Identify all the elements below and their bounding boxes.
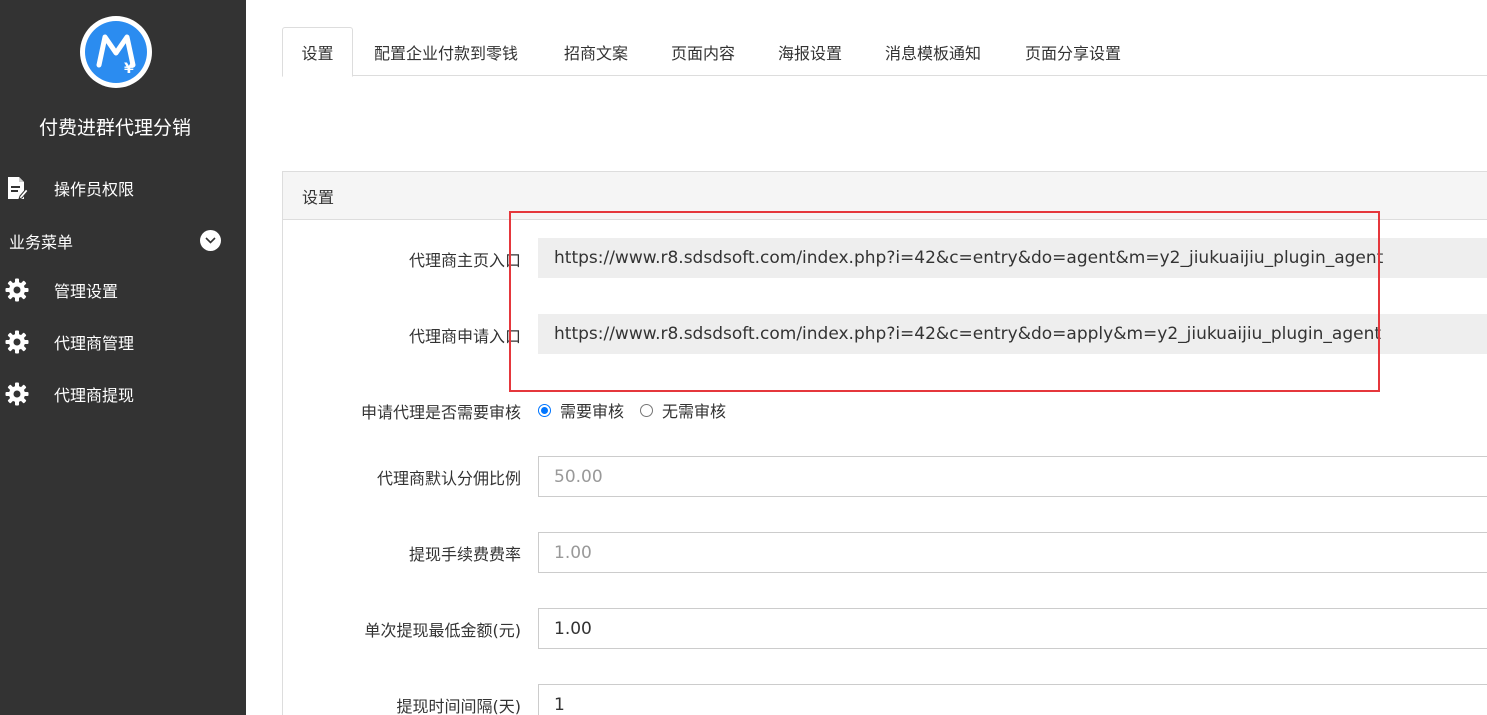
radio-button-checked[interactable] xyxy=(538,403,551,417)
sidebar-item-label: 代理商提现 xyxy=(54,386,135,405)
radio-label: 无需审核 xyxy=(662,402,727,421)
sidebar-item-agent-withdrawal[interactable]: 代理商提现 xyxy=(0,374,246,414)
sidebar: ¥ 付费进群代理分销 操作员权限 业务菜单 管理设置 代理商管理 代理商提现 xyxy=(0,0,246,715)
tab-page-share-settings[interactable]: 页面分享设置 xyxy=(1025,27,1121,76)
apply-entry-url: https://www.r8.sdsdsoft.com/index.php?i=… xyxy=(538,314,1487,354)
home-entry-label: 代理商主页入口 xyxy=(408,251,521,270)
need-review-label: 申请代理是否需要审核 xyxy=(360,403,521,422)
gear-icon xyxy=(5,382,29,406)
app-logo: ¥ xyxy=(80,16,152,88)
tab-bar: 设置 配置企业付款到零钱 招商文案 页面内容 海报设置 消息模板通知 页面分享设… xyxy=(282,27,1487,77)
radio-button[interactable] xyxy=(640,403,654,417)
tab-page-content[interactable]: 页面内容 xyxy=(671,27,735,76)
sidebar-item-operator-permissions[interactable]: 操作员权限 xyxy=(0,168,246,208)
radio-need-review[interactable]: 需要审核 xyxy=(538,398,624,422)
svg-text:¥: ¥ xyxy=(124,61,134,77)
interval-input[interactable] xyxy=(538,684,1487,715)
sidebar-item-label: 代理商管理 xyxy=(54,334,135,353)
sidebar-item-agent-management[interactable]: 代理商管理 xyxy=(0,322,246,362)
panel-heading: 设置 xyxy=(283,172,1487,220)
app-title: 付费进群代理分销 xyxy=(38,117,191,139)
tab-poster-settings[interactable]: 海报设置 xyxy=(778,27,842,76)
tab-recruitment-copy[interactable]: 招商文案 xyxy=(564,27,628,76)
radio-label: 需要审核 xyxy=(560,402,625,421)
default-ratio-input[interactable] xyxy=(538,456,1487,497)
logo-icon: ¥ xyxy=(96,34,136,77)
apply-entry-label: 代理商申请入口 xyxy=(408,327,521,346)
sidebar-item-label: 操作员权限 xyxy=(54,180,135,199)
sidebar-item-label: 管理设置 xyxy=(54,282,119,301)
interval-label: 提现时间间隔(天) xyxy=(396,697,522,715)
chevron-down-icon[interactable] xyxy=(200,230,221,251)
tab-enterprise-payment[interactable]: 配置企业付款到零钱 xyxy=(374,27,518,76)
fee-rate-input[interactable] xyxy=(538,532,1487,573)
sidebar-item-management-settings[interactable]: 管理设置 xyxy=(0,270,246,310)
radio-no-review[interactable]: 无需审核 xyxy=(640,398,726,422)
sidebar-group-business-menu[interactable]: 业务菜单 xyxy=(0,224,246,258)
need-review-radio-group: 需要审核 无需审核 xyxy=(538,398,742,422)
tab-settings[interactable]: 设置 xyxy=(282,27,353,77)
tab-message-template[interactable]: 消息模板通知 xyxy=(885,27,981,76)
gear-icon xyxy=(5,330,29,354)
fee-rate-label: 提现手续费费率 xyxy=(408,545,521,564)
default-ratio-label: 代理商默认分佣比例 xyxy=(376,469,521,488)
sidebar-group-label: 业务菜单 xyxy=(9,233,74,252)
home-entry-url: https://www.r8.sdsdsoft.com/index.php?i=… xyxy=(538,238,1487,278)
document-edit-icon xyxy=(5,176,29,200)
gear-icon xyxy=(5,278,29,302)
min-amount-label: 单次提现最低金额(元) xyxy=(364,621,522,640)
min-amount-input[interactable] xyxy=(538,608,1487,649)
